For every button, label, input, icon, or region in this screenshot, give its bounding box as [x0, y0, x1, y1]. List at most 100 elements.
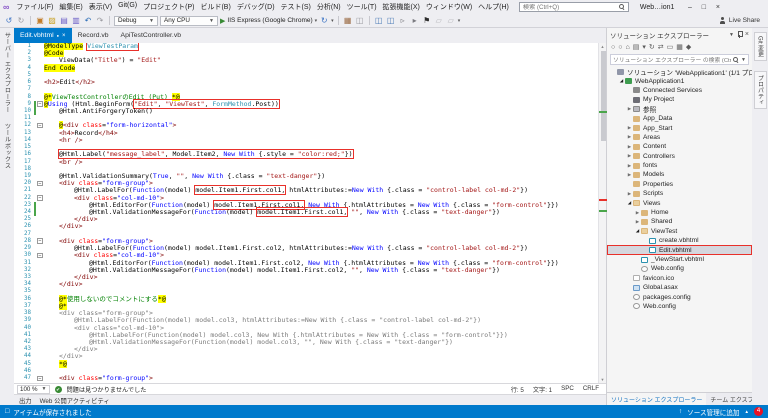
code-line[interactable]: 36@*使用しないのでコメントにする*@: [14, 296, 598, 303]
close-button[interactable]: ×: [711, 1, 724, 14]
panel-options-icon[interactable]: ▼: [729, 32, 734, 38]
tree-item[interactable]: packages.config: [607, 292, 752, 301]
document-tab[interactable]: ApiTestController.vb: [115, 28, 187, 43]
tree-item[interactable]: ▶Controllers: [607, 152, 752, 161]
bookmark-next-icon[interactable]: ▱: [446, 15, 456, 27]
pin-icon[interactable]: [737, 31, 742, 38]
expander-icon[interactable]: ▶: [634, 210, 641, 216]
comment-icon[interactable]: ◫: [374, 15, 384, 27]
code-line[interactable]: 34</div>: [14, 281, 598, 288]
solution-configurations-dropdown[interactable]: Debug▼: [114, 16, 158, 26]
save-icon[interactable]: ▤: [59, 15, 69, 27]
collapse-icon[interactable]: −: [37, 123, 43, 129]
code-line[interactable]: 26</div>: [14, 223, 598, 230]
bookmark-prev-icon[interactable]: ▱: [434, 15, 444, 27]
indent-mode[interactable]: SPC: [561, 385, 574, 394]
bookmark-flag-icon[interactable]: ⚑: [422, 15, 432, 27]
tree-item[interactable]: Connected Services: [607, 86, 752, 95]
tree-item[interactable]: Web.config: [607, 264, 752, 273]
live-share-button[interactable]: Live Share: [719, 17, 764, 24]
menu-test[interactable]: テスト(S): [278, 2, 314, 12]
collapse-icon[interactable]: −: [37, 238, 43, 244]
panel-close-icon[interactable]: ×: [745, 31, 749, 38]
expander-icon[interactable]: ▶: [626, 172, 633, 178]
start-debugging-button[interactable]: ▶IIS Express (Google Chrome)▾: [220, 17, 317, 25]
expander-icon[interactable]: ▶: [626, 106, 633, 112]
panel-tab[interactable]: ソリューション エクスプローラー: [607, 393, 706, 405]
switch-views-icon[interactable]: ▤: [633, 43, 640, 51]
undo-icon[interactable]: ↶: [83, 15, 93, 27]
find-in-files-icon[interactable]: ▦: [343, 15, 353, 27]
menu-tools[interactable]: ツール(T): [344, 2, 380, 12]
tree-item[interactable]: ▶参照: [607, 105, 752, 114]
collapse-icon[interactable]: −: [37, 253, 43, 259]
menu-file[interactable]: ファイル(F): [13, 2, 56, 12]
save-all-icon[interactable]: ▥: [71, 15, 81, 27]
scroll-up-icon[interactable]: ▲: [599, 43, 606, 50]
tree-item[interactable]: ▶Models: [607, 170, 752, 179]
navigate-back-icon[interactable]: ↺: [4, 15, 14, 27]
document-tab[interactable]: Edit.vbhtml●×: [14, 28, 72, 43]
expander-icon[interactable]: ◢: [618, 78, 625, 84]
refresh-icon[interactable]: ↻: [649, 43, 655, 51]
menu-project[interactable]: プロジェクト(P): [140, 2, 197, 12]
menu-git[interactable]: Git(G): [115, 2, 140, 12]
show-all-files-icon[interactable]: ▦: [676, 43, 683, 51]
tree-item[interactable]: ▶fonts: [607, 161, 752, 170]
search-input[interactable]: [523, 4, 619, 11]
tree-item[interactable]: App_Data: [607, 114, 752, 123]
expander-icon[interactable]: ▶: [626, 134, 633, 140]
tree-item[interactable]: Properties: [607, 180, 752, 189]
code-editor[interactable]: 1@ModelType ViewTestParam2@Code3ViewData…: [14, 43, 606, 383]
tree-item[interactable]: ▶App_Start: [607, 123, 752, 132]
menu-help[interactable]: ヘルプ(H): [475, 2, 512, 12]
code-line[interactable]: 17<br />: [14, 159, 598, 166]
expander-icon[interactable]: ▶: [626, 153, 633, 159]
tree-item[interactable]: My Project: [607, 95, 752, 104]
code-line[interactable]: 47−<div class="form-group">: [14, 375, 598, 382]
collapse-icon[interactable]: −: [37, 181, 43, 187]
tool-window-tab[interactable]: サーバー エクスプローラー: [3, 32, 12, 113]
navigate-forward-icon[interactable]: ↻: [16, 15, 26, 27]
solution-platforms-dropdown[interactable]: Any CPU▼: [160, 16, 218, 26]
menu-build[interactable]: ビルド(B): [197, 2, 233, 12]
dropdown-caret-icon[interactable]: ▾: [642, 43, 646, 51]
code-line[interactable]: 44</div>: [14, 353, 598, 360]
code-line[interactable]: 33</div>: [14, 274, 598, 281]
code-line[interactable]: 10@Html.AntiForgeryToken(): [14, 108, 598, 115]
menu-debug[interactable]: デバッグ(D): [234, 2, 278, 12]
tool-window-tab[interactable]: ツールボックス: [3, 123, 12, 169]
home-icon[interactable]: ⌂: [625, 44, 629, 51]
tree-item[interactable]: ソリューション 'WebApplication1' (1/1 プロジェクト): [607, 67, 752, 76]
quick-search-box[interactable]: [519, 2, 629, 12]
tree-item[interactable]: ▶Content: [607, 142, 752, 151]
code-line[interactable]: 24@Html.ValidationMessageFor(Function(mo…: [14, 209, 598, 216]
expander-icon[interactable]: ▶: [626, 144, 633, 150]
code-line[interactable]: 1@ModelType ViewTestParam: [14, 43, 598, 50]
tree-item[interactable]: ▶Areas: [607, 133, 752, 142]
code-line[interactable]: 3ViewData("Title") = "Edit": [14, 57, 598, 64]
document-tab[interactable]: Record.vb: [72, 28, 115, 43]
code-line[interactable]: 32@Html.ValidationMessageFor(Function(mo…: [14, 267, 598, 274]
forward-circle-icon[interactable]: ○: [618, 44, 622, 51]
expander-icon[interactable]: ◢: [634, 228, 641, 234]
scroll-down-icon[interactable]: ▼: [599, 376, 606, 383]
line-ending[interactable]: CRLF: [583, 385, 599, 394]
tool-window-tab[interactable]: Git 変更: [754, 32, 767, 61]
back-circle-icon[interactable]: ○: [611, 44, 615, 51]
browser-link-refresh-icon[interactable]: ↻: [319, 15, 329, 27]
tree-item[interactable]: Global.asax: [607, 283, 752, 292]
sync-active-document-icon[interactable]: ⇄: [658, 43, 664, 51]
tree-item[interactable]: ◢ViewTest: [607, 227, 752, 236]
tree-item[interactable]: _ViewStart.vbhtml: [607, 255, 752, 264]
collapse-all-icon[interactable]: ▭: [667, 43, 674, 51]
tab-close-icon[interactable]: ×: [62, 33, 66, 39]
code-line[interactable]: 45*@: [14, 361, 598, 368]
tree-item[interactable]: Edit.vbhtml: [607, 245, 752, 254]
menu-analyze[interactable]: 分析(N): [314, 2, 344, 12]
expander-icon[interactable]: ▶: [626, 163, 633, 169]
menu-extensions[interactable]: 拡張機能(X): [380, 2, 423, 12]
scrollbar-thumb[interactable]: [601, 51, 606, 141]
redo-icon[interactable]: ↷: [95, 15, 105, 27]
output-tab[interactable]: Web 公開アクティビティ: [40, 396, 110, 405]
